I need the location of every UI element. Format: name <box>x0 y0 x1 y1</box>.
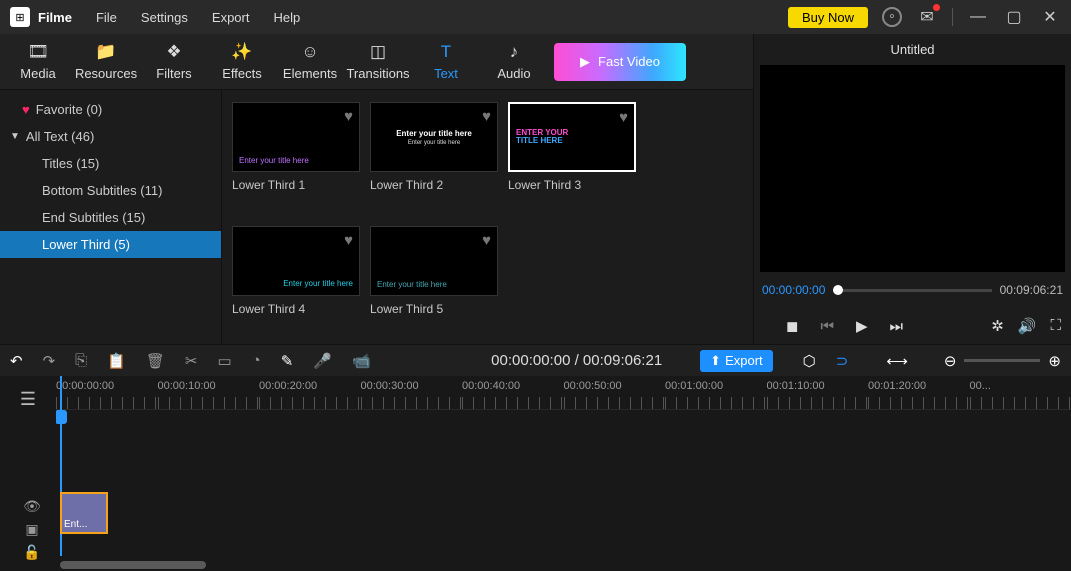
elements-icon: ☺ <box>301 42 318 62</box>
close-icon[interactable]: ✕ <box>1039 6 1061 28</box>
menubar: File Settings Export Help <box>96 10 300 25</box>
preview-scrubber[interactable] <box>833 289 991 292</box>
project-title: Untitled <box>754 34 1071 65</box>
snap-icon[interactable]: ⊃ <box>836 352 849 370</box>
lock-icon[interactable]: 🔓 <box>23 544 40 561</box>
menu-settings[interactable]: Settings <box>141 10 188 25</box>
tree-favorite[interactable]: ♥Favorite (0) <box>0 96 221 123</box>
folder-icon: 📁 <box>95 42 116 62</box>
timeline-scrollbar[interactable] <box>60 561 206 569</box>
fit-icon[interactable]: ⟷ <box>886 352 908 370</box>
account-icon[interactable]: ◦ <box>882 7 902 27</box>
tab-resources[interactable]: 📁Resources <box>72 34 140 89</box>
paste-icon[interactable]: 📋 <box>107 352 126 370</box>
settings-icon[interactable]: ✲ <box>991 317 1004 335</box>
scrubber-knob[interactable] <box>833 285 843 295</box>
audio-icon: ♪ <box>510 42 519 62</box>
timeline-toolbar: ↶ ↷ ⎘ 📋 🗑 ✂ ▭ ◔ ✎ 🎤 📹 00:00:00:00 / 00:0… <box>0 344 1071 376</box>
timeline-track[interactable]: Ent... <box>56 492 1071 538</box>
filters-icon: ❖ <box>166 42 181 62</box>
thumb-lower-third-5[interactable]: ♥Enter your title here Lower Third 5 <box>370 226 498 332</box>
upload-icon: ⬆ <box>710 353 721 369</box>
zoom-slider[interactable] <box>964 359 1040 362</box>
timeline-clip[interactable]: Ent... <box>60 492 108 534</box>
text-icon: T <box>441 42 451 62</box>
caret-down-icon: ▼ <box>10 131 20 142</box>
preview-canvas[interactable] <box>760 65 1065 272</box>
thumbnail-grid: ♥Enter your title here Lower Third 1 ♥En… <box>222 90 753 344</box>
preview-panel: Untitled 00:00:00:00 00:09:06:21 ◼ ⏮ ▶ ⏭… <box>753 34 1071 344</box>
timeline-menu-icon[interactable]: ☰ <box>0 376 56 422</box>
tab-elements[interactable]: ☺Elements <box>276 34 344 89</box>
record-video-icon[interactable]: 📹 <box>352 352 371 370</box>
favorite-icon[interactable]: ♥ <box>619 109 628 126</box>
copy-icon[interactable]: ⎘ <box>75 352 87 369</box>
preview-time-current: 00:00:00:00 <box>762 283 825 297</box>
prev-frame-icon[interactable]: ⏮ <box>820 318 834 335</box>
tab-transitions[interactable]: ◫Transitions <box>344 34 412 89</box>
fast-video-button[interactable]: ▶Fast Video <box>554 43 686 81</box>
visibility-icon[interactable]: 👁 <box>23 498 41 515</box>
zoom-in-icon[interactable]: ⊕ <box>1048 352 1061 370</box>
tree-lower-third[interactable]: Lower Third (5) <box>0 231 221 258</box>
redo-icon[interactable]: ↷ <box>43 352 56 370</box>
track-type-icon: ▣ <box>25 521 38 538</box>
zoom-out-icon[interactable]: ⊖ <box>944 352 957 370</box>
tab-media[interactable]: 🎞Media <box>4 34 72 89</box>
effects-icon: ✨ <box>231 42 252 62</box>
thumb-lower-third-4[interactable]: ♥Enter your title here Lower Third 4 <box>232 226 360 332</box>
tab-text[interactable]: TText <box>412 34 480 89</box>
delete-icon[interactable]: 🗑 <box>146 352 165 370</box>
timeline-ruler[interactable]: 00:00:00:00 00:00:10:00 00:00:20:00 00:0… <box>56 376 1071 410</box>
titlebar: ⊞ Filme File Settings Export Help Buy No… <box>0 0 1071 34</box>
volume-icon[interactable]: 🔊 <box>1018 317 1037 335</box>
buy-now-button[interactable]: Buy Now <box>788 7 868 28</box>
undo-icon[interactable]: ↶ <box>10 352 23 370</box>
menu-help[interactable]: Help <box>273 10 300 25</box>
tree-titles[interactable]: Titles (15) <box>0 150 221 177</box>
tab-filters[interactable]: ❖Filters <box>140 34 208 89</box>
media-icon: 🎞 <box>27 42 49 62</box>
divider <box>952 8 953 26</box>
favorite-icon[interactable]: ♥ <box>344 232 353 249</box>
favorite-icon[interactable]: ♥ <box>344 108 353 125</box>
app-logo-icon: ⊞ <box>10 7 30 27</box>
tab-audio[interactable]: ♪Audio <box>480 34 548 89</box>
tree-all-text[interactable]: ▼All Text (46) <box>0 123 221 150</box>
tab-effects[interactable]: ✨Effects <box>208 34 276 89</box>
minimize-icon[interactable]: — <box>967 6 989 28</box>
timeline: ☰ 👁 ▣ 🔓 00:00:00:00 00:00:10:00 00:00:20… <box>0 376 1071 571</box>
thumb-lower-third-2[interactable]: ♥Enter your title hereEnter your title h… <box>370 102 498 208</box>
play-icon[interactable]: ▶ <box>856 317 868 335</box>
favorite-icon[interactable]: ♥ <box>482 108 491 125</box>
tree-bottom-subtitles[interactable]: Bottom Subtitles (11) <box>0 177 221 204</box>
speed-icon[interactable]: ◔ <box>252 352 261 369</box>
thumb-lower-third-3[interactable]: ♥ENTER YOURTITLE HERE Lower Third 3 <box>508 102 636 208</box>
notification-dot <box>933 4 940 11</box>
preview-time-total: 00:09:06:21 <box>1000 283 1063 297</box>
next-frame-icon[interactable]: ⏭ <box>890 318 904 335</box>
app-name: Filme <box>38 10 72 25</box>
menu-export[interactable]: Export <box>212 10 250 25</box>
transitions-icon: ◫ <box>370 42 386 62</box>
maximize-icon[interactable]: ▢ <box>1003 6 1025 28</box>
tree-end-subtitles[interactable]: End Subtitles (15) <box>0 204 221 231</box>
split-icon[interactable]: ✂ <box>185 352 198 370</box>
notifications-icon[interactable]: ✉ <box>916 6 938 28</box>
fullscreen-icon[interactable]: ⛶ <box>1050 317 1061 335</box>
fast-video-icon: ▶ <box>580 54 590 70</box>
export-button[interactable]: ⬆Export <box>700 350 772 372</box>
marker-icon[interactable]: ⬡ <box>803 352 816 370</box>
thumb-lower-third-1[interactable]: ♥Enter your title here Lower Third 1 <box>232 102 360 208</box>
text-category-tree: ♥Favorite (0) ▼All Text (46) Titles (15)… <box>0 90 222 344</box>
stop-icon[interactable]: ◼ <box>786 317 798 335</box>
timeline-time-display: 00:00:00:00 / 00:09:06:21 <box>491 352 662 369</box>
record-audio-icon[interactable]: 🎤 <box>313 352 332 370</box>
menu-file[interactable]: File <box>96 10 117 25</box>
favorite-icon[interactable]: ♥ <box>482 232 491 249</box>
media-tabs: 🎞Media 📁Resources ❖Filters ✨Effects ☺Ele… <box>0 34 753 90</box>
edit-icon[interactable]: ✎ <box>281 352 294 370</box>
heart-icon: ♥ <box>22 102 30 117</box>
crop-icon[interactable]: ▭ <box>217 352 231 370</box>
